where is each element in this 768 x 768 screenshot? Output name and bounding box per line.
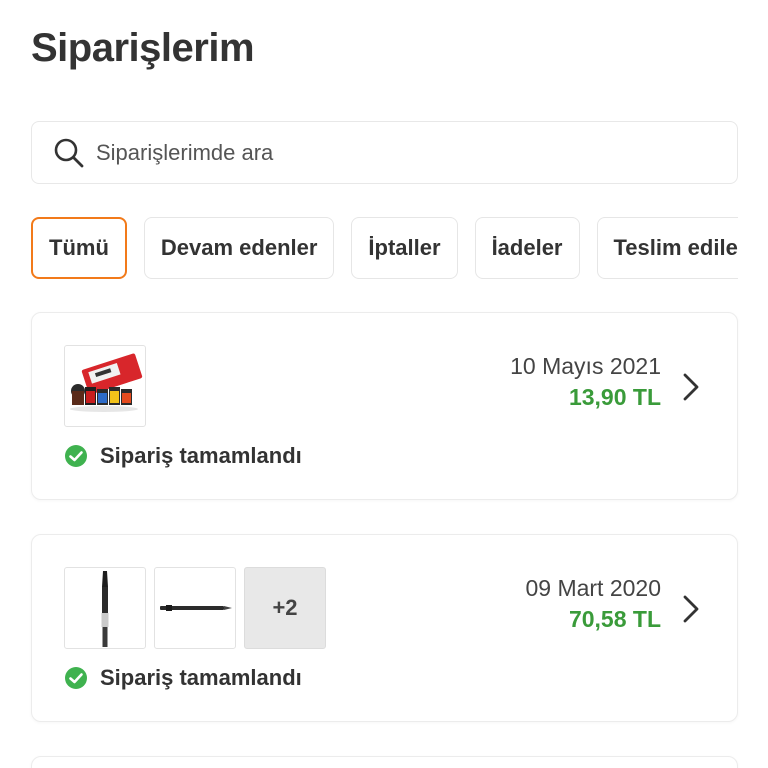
order-status: Sipariş tamamlandı	[64, 443, 302, 469]
order-price: 70,58 TL	[568, 606, 661, 632]
order-meta: 09 Mart 2020 70,58 TL	[525, 575, 661, 633]
order-card[interactable]: +2 09 Mart 2020 70,58 TL Sipariş tamamla…	[31, 534, 738, 722]
order-meta: 10 Mayıs 2021 13,90 TL	[510, 353, 661, 411]
order-status: Sipariş tamamlandı	[64, 665, 302, 691]
order-card-partial[interactable]	[31, 756, 738, 768]
order-date: 10 Mayıs 2021	[510, 353, 661, 379]
order-date: 09 Mart 2020	[525, 575, 661, 601]
paint-brush-image	[64, 567, 146, 649]
tab-all[interactable]: Tümü	[31, 217, 127, 279]
search-bar[interactable]	[31, 121, 738, 184]
order-thumbnails	[64, 345, 146, 427]
paint-set-image	[64, 345, 146, 427]
order-thumbnails: +2	[64, 567, 326, 649]
more-items-badge: +2	[244, 567, 326, 649]
pen-image	[154, 567, 236, 649]
order-status-label: Sipariş tamamlandı	[100, 665, 302, 690]
check-circle-icon	[64, 444, 88, 468]
tab-delivered[interactable]: Teslim edilenler	[596, 217, 738, 279]
chevron-right-icon[interactable]	[679, 593, 703, 625]
tab-in-progress[interactable]: Devam edenler	[143, 217, 335, 279]
order-status-label: Sipariş tamamlandı	[100, 443, 302, 468]
search-input[interactable]	[96, 139, 656, 166]
order-price: 13,90 TL	[568, 384, 661, 410]
search-icon	[52, 136, 86, 170]
chevron-right-icon[interactable]	[679, 371, 703, 403]
order-card[interactable]: 10 Mayıs 2021 13,90 TL Sipariş tamamland…	[31, 312, 738, 500]
page-title: Siparişlerim	[31, 26, 255, 70]
tab-cancelled[interactable]: İptaller	[351, 217, 458, 279]
filter-tabs: Tümü Devam edenler İptaller İadeler Tesl…	[31, 217, 738, 279]
check-circle-icon	[64, 666, 88, 690]
tab-returns[interactable]: İadeler	[474, 217, 580, 279]
